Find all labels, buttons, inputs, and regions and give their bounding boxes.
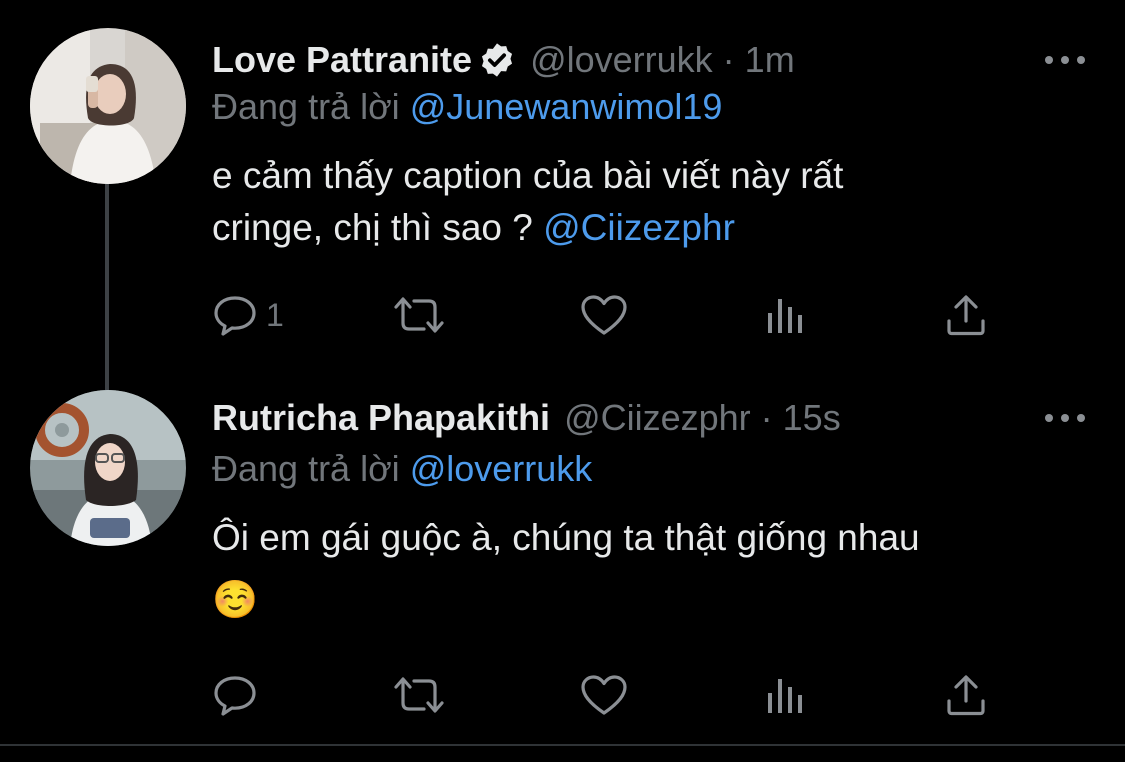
analytics-button[interactable]	[764, 670, 808, 720]
more-options-icon[interactable]	[1045, 50, 1085, 70]
heart-icon	[580, 673, 628, 717]
divider	[0, 744, 1125, 746]
display-name[interactable]: Love Pattranite	[212, 39, 472, 81]
tweet-text-line: e cảm thấy caption của bài viết này rất	[212, 155, 844, 196]
tweet-1[interactable]: Love Pattranite @loverrukk · 1m Đang trả…	[0, 0, 1125, 390]
reply-count: 1	[266, 296, 284, 333]
analytics-icon	[764, 293, 808, 337]
avatar[interactable]	[30, 390, 186, 546]
replying-prefix: Đang trả lời	[212, 86, 400, 127]
timestamp[interactable]: 15s	[783, 397, 841, 439]
tweet-text: Ôi em gái guộc à, chúng ta thật giống nh…	[212, 512, 1072, 626]
retweet-icon	[392, 293, 446, 337]
tweet-text: e cảm thấy caption của bài viết này rất …	[212, 150, 1072, 254]
analytics-button[interactable]	[764, 290, 808, 340]
share-icon	[944, 673, 988, 717]
reply-button[interactable]: 1	[212, 290, 284, 340]
timestamp[interactable]: 1m	[745, 39, 795, 81]
separator-dot: ·	[722, 39, 735, 80]
reply-icon	[212, 673, 258, 717]
share-button[interactable]	[944, 290, 988, 340]
replying-to: Đang trả lời @loverrukk	[212, 448, 592, 490]
reply-button[interactable]	[212, 670, 258, 720]
tweet-header: Rutricha Phapakithi @Ciizezphr · 15s	[212, 396, 841, 440]
like-button[interactable]	[580, 290, 628, 340]
reply-icon	[212, 293, 258, 337]
separator-dot: ·	[760, 397, 773, 438]
mention-link[interactable]: @Ciizezphr	[543, 207, 735, 248]
more-options-icon[interactable]	[1045, 408, 1085, 428]
tweet-header: Love Pattranite @loverrukk · 1m	[212, 38, 795, 82]
thread-line	[105, 184, 109, 390]
display-name[interactable]: Rutricha Phapakithi	[212, 397, 550, 439]
retweet-icon	[392, 673, 446, 717]
analytics-icon	[764, 673, 808, 717]
action-bar	[212, 670, 1002, 720]
replying-to: Đang trả lời @Junewanwimol19	[212, 86, 722, 128]
smiling-emoji: ☺️	[212, 579, 259, 620]
replying-mention-link[interactable]: @loverrukk	[410, 448, 593, 489]
handle[interactable]: @loverrukk	[530, 39, 713, 81]
tweet-text-line: cringe, chị thì sao ?	[212, 207, 533, 248]
retweet-button[interactable]	[392, 290, 446, 340]
avatar[interactable]	[30, 28, 186, 184]
retweet-button[interactable]	[392, 670, 446, 720]
like-button[interactable]	[580, 670, 628, 720]
handle[interactable]: @Ciizezphr	[564, 397, 751, 439]
share-button[interactable]	[944, 670, 988, 720]
action-bar: 1	[212, 290, 1002, 340]
tweet-2[interactable]: Rutricha Phapakithi @Ciizezphr · 15s Đan…	[0, 380, 1125, 762]
tweet-text-line: Ôi em gái guộc à, chúng ta thật giống nh…	[212, 517, 920, 558]
share-icon	[944, 293, 988, 337]
replying-mention-link[interactable]: @Junewanwimol19	[410, 86, 723, 127]
heart-icon	[580, 293, 628, 337]
verified-badge-icon	[478, 41, 516, 79]
replying-prefix: Đang trả lời	[212, 448, 400, 489]
